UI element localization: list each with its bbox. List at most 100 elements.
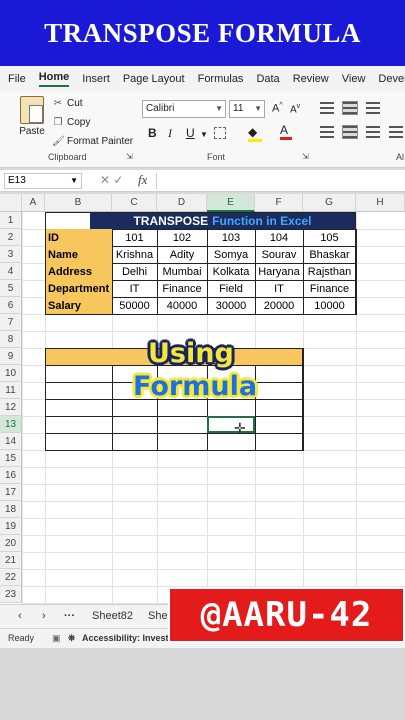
row-header-12[interactable]: 12: [0, 399, 22, 416]
tab-data[interactable]: Data: [256, 73, 279, 85]
insert-function-button[interactable]: fx: [138, 172, 147, 188]
row-header-23[interactable]: 23: [0, 586, 22, 603]
data-cell[interactable]: Kolkata: [207, 263, 255, 280]
more-sheets-icon[interactable]: ···: [64, 610, 75, 622]
row-header-2[interactable]: 2: [0, 229, 22, 246]
data-cell[interactable]: 104: [255, 229, 303, 246]
data-cell[interactable]: 20000: [255, 297, 303, 314]
cut-button[interactable]: ✂ Cut: [52, 98, 83, 109]
row-header-4[interactable]: 4: [0, 263, 22, 280]
tab-home[interactable]: Home: [38, 71, 70, 87]
macro-record-icon[interactable]: ▣: [52, 633, 61, 644]
data-cell[interactable]: Somya: [207, 246, 255, 263]
row-header-13[interactable]: 13: [0, 416, 22, 433]
data-cell[interactable]: Rajsthan: [303, 263, 356, 280]
column-header-e[interactable]: E: [207, 194, 255, 212]
data-cell[interactable]: Adity: [157, 246, 207, 263]
row-header-8[interactable]: 8: [0, 331, 22, 348]
row-header-5[interactable]: 5: [0, 280, 22, 297]
column-header-a[interactable]: A: [22, 194, 45, 212]
row-header-20[interactable]: 20: [0, 535, 22, 552]
column-header-h[interactable]: H: [356, 194, 405, 212]
increase-font-icon[interactable]: A^: [272, 102, 283, 115]
row-header-14[interactable]: 14: [0, 433, 22, 450]
data-cell[interactable]: 101: [112, 229, 157, 246]
row-header-9[interactable]: 9: [0, 348, 22, 365]
data-cell[interactable]: Finance: [157, 280, 207, 297]
confirm-icon[interactable]: ✓: [113, 173, 123, 187]
row-header-19[interactable]: 19: [0, 518, 22, 535]
column-header-b[interactable]: B: [45, 194, 112, 212]
italic-button[interactable]: I: [168, 126, 172, 141]
next-sheet-icon[interactable]: ›: [42, 610, 46, 622]
row-header-17[interactable]: 17: [0, 484, 22, 501]
row-header-18[interactable]: 18: [0, 501, 22, 518]
row-header-3[interactable]: 3: [0, 246, 22, 263]
row-header-1[interactable]: 1: [0, 212, 22, 229]
font-name-select[interactable]: Calibri ▼: [142, 100, 226, 118]
tab-insert[interactable]: Insert: [82, 73, 110, 85]
data-cell[interactable]: IT: [255, 280, 303, 297]
cancel-icon[interactable]: ✕: [100, 173, 110, 187]
label-cell-department[interactable]: Department: [45, 280, 112, 297]
row-header-7[interactable]: 7: [0, 314, 22, 331]
name-box[interactable]: E13 ▼: [4, 173, 82, 189]
data-cell[interactable]: 30000: [207, 297, 255, 314]
borders-icon[interactable]: [214, 127, 226, 139]
align-bottom-icon[interactable]: [366, 102, 380, 114]
data-cell[interactable]: Sourav: [255, 246, 303, 263]
format-painter-button[interactable]: 🖌 Format Painter: [52, 136, 133, 147]
data-cell[interactable]: Field: [207, 280, 255, 297]
data-cell[interactable]: 50000: [112, 297, 157, 314]
data-cell[interactable]: 10000: [303, 297, 356, 314]
tab-file[interactable]: File: [8, 73, 26, 85]
data-cell[interactable]: 40000: [157, 297, 207, 314]
tab-review[interactable]: Review: [293, 73, 329, 85]
prev-sheet-icon[interactable]: ‹: [18, 610, 22, 622]
row-header-15[interactable]: 15: [0, 450, 22, 467]
fill-color-icon[interactable]: ◆: [248, 125, 262, 142]
label-cell-id[interactable]: ID: [45, 229, 112, 246]
tab-view[interactable]: View: [342, 73, 366, 85]
data-cell[interactable]: Mumbai: [157, 263, 207, 280]
chevron-down-icon[interactable]: ▼: [200, 130, 208, 139]
bold-button[interactable]: B: [148, 126, 157, 140]
worksheet-grid[interactable]: A B C D E F G H 1 2 3 4 5 6 7 8 9 10 11 …: [0, 194, 405, 604]
font-launcher-icon[interactable]: ⇲: [302, 152, 309, 161]
formula-input[interactable]: [156, 173, 401, 189]
data-cell[interactable]: 102: [157, 229, 207, 246]
clipboard-launcher-icon[interactable]: ⇲: [126, 152, 133, 161]
row-header-11[interactable]: 11: [0, 382, 22, 399]
active-cell-e13[interactable]: [207, 416, 255, 433]
row-header-10[interactable]: 10: [0, 365, 22, 382]
label-cell-salary[interactable]: Salary: [45, 297, 112, 314]
underline-button[interactable]: U: [186, 126, 195, 140]
align-center-icon[interactable]: [342, 125, 358, 139]
label-cell-address[interactable]: Address: [45, 263, 112, 280]
data-cell[interactable]: IT: [112, 280, 157, 297]
row-header-16[interactable]: 16: [0, 467, 22, 484]
data-cell[interactable]: Delhi: [112, 263, 157, 280]
copy-button[interactable]: ❐ Copy: [52, 117, 91, 128]
column-header-d[interactable]: D: [157, 194, 207, 212]
column-header-g[interactable]: G: [303, 194, 356, 212]
row-header-6[interactable]: 6: [0, 297, 22, 314]
align-top-icon[interactable]: [320, 102, 334, 114]
row-header-22[interactable]: 22: [0, 569, 22, 586]
select-all-corner[interactable]: [0, 194, 22, 212]
data-cell[interactable]: 103: [207, 229, 255, 246]
tab-formulas[interactable]: Formulas: [198, 73, 244, 85]
data-cell[interactable]: Haryana: [255, 263, 303, 280]
tab-page-layout[interactable]: Page Layout: [123, 73, 185, 85]
font-color-button[interactable]: A: [280, 123, 292, 140]
align-right-icon[interactable]: [366, 126, 380, 138]
font-size-select[interactable]: 11 ▼: [229, 100, 265, 118]
data-cell[interactable]: 105: [303, 229, 356, 246]
align-left-icon[interactable]: [320, 126, 334, 138]
align-middle-icon[interactable]: [342, 101, 358, 115]
paste-button[interactable]: Paste: [14, 96, 50, 137]
sheet-tab-sheet82[interactable]: Sheet82: [92, 610, 133, 622]
column-header-f[interactable]: F: [255, 194, 303, 212]
data-cell[interactable]: Krishna: [112, 246, 157, 263]
data-cell[interactable]: Bhaskar: [303, 246, 356, 263]
